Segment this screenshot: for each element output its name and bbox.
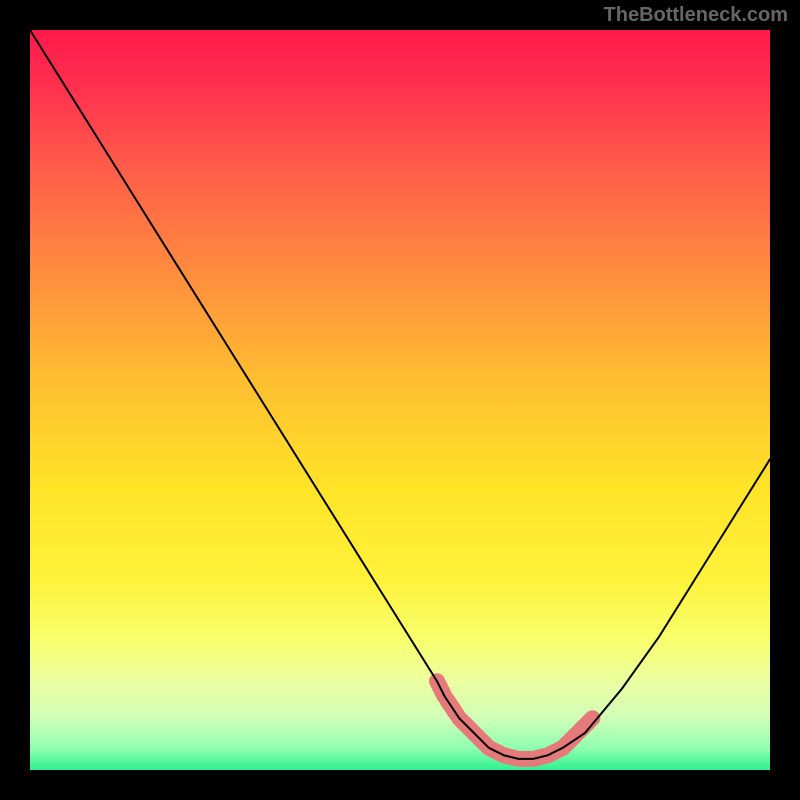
chart-curve-layer xyxy=(30,30,770,770)
chart-plot-area xyxy=(30,30,770,770)
watermark-text: TheBottleneck.com xyxy=(604,4,788,27)
bottleneck-curve xyxy=(30,30,770,759)
highlight-band xyxy=(429,673,600,767)
